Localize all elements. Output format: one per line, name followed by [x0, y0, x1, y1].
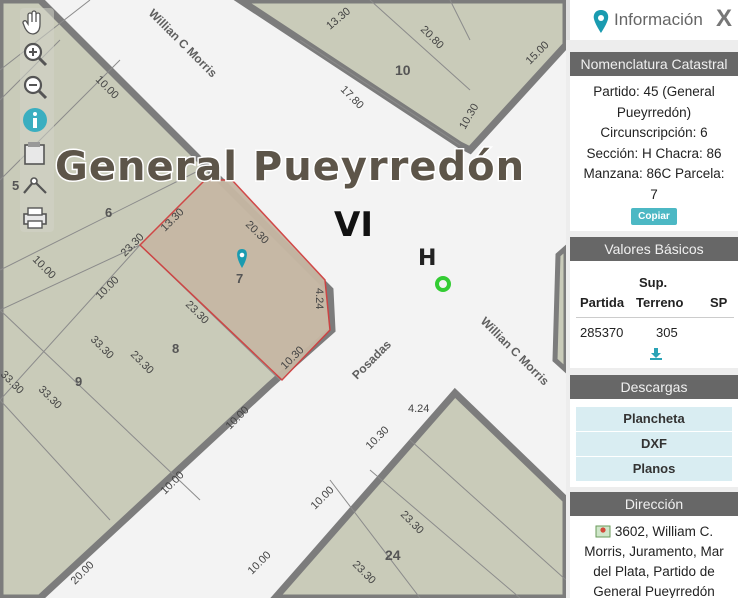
col-sup: Sup. [639, 275, 668, 290]
descargas-body: Plancheta DXF Planos [570, 399, 738, 487]
info-panel: Información X Nomenclatura Catastral Par… [566, 0, 738, 598]
dim-label: 4.24 [408, 403, 429, 415]
terreno-value: 305 [656, 325, 678, 340]
map-toolbar [20, 8, 54, 232]
col-partida: Partida [580, 295, 625, 310]
panel-header: Información X [566, 0, 738, 40]
panel-title: Información [614, 10, 703, 29]
descargas-header: Descargas [570, 375, 738, 399]
copy-button[interactable]: Copiar [631, 208, 677, 225]
parcel-number: 6 [105, 205, 112, 220]
nomenclatura-header: Nomenclatura Catastral [570, 52, 738, 76]
location-pin-icon [593, 10, 609, 33]
info-icon[interactable] [22, 107, 52, 137]
dim-label: 4.24 [313, 288, 325, 309]
map-pin-icon [595, 525, 611, 538]
valores-header: Valores Básicos [570, 237, 738, 261]
close-button[interactable]: X [716, 5, 732, 33]
nomenclatura-line: Pueyrredón) [616, 104, 692, 120]
zoom-in-icon[interactable] [22, 41, 52, 71]
nomenclatura-line: 7 [650, 186, 658, 202]
download-icon[interactable] [649, 347, 663, 361]
zoom-out-icon[interactable] [22, 74, 52, 104]
partida-value: 285370 [580, 325, 624, 340]
city-label: General Pueyrredón [55, 144, 525, 190]
table-divider [576, 317, 734, 318]
direccion-text: 3602, William C. Morris, Juramento, Mar … [578, 522, 730, 598]
block-number: 24 [385, 547, 401, 563]
download-plancheta[interactable]: Plancheta [576, 407, 732, 432]
direccion-header: Dirección [570, 492, 738, 516]
select-icon[interactable] [22, 140, 52, 170]
download-dxf[interactable]: DXF [576, 432, 732, 457]
block-right-edge [552, 244, 566, 374]
col-terreno: Terreno [636, 295, 684, 310]
nomenclatura-body: Partido: 45 (General Pueyrredón) Circuns… [570, 76, 738, 231]
print-icon[interactable] [22, 206, 52, 236]
valores-body: Sup. Partida Terreno SP 285370 305 [570, 261, 738, 368]
circunscripcion-label: VI [334, 205, 373, 245]
col-sp: SP [710, 295, 728, 310]
measure-icon[interactable] [22, 173, 52, 203]
download-planos[interactable]: Planos [576, 457, 732, 482]
pan-hand-icon[interactable] [22, 10, 52, 40]
direccion-body: 3602, William C. Morris, Juramento, Mar … [570, 516, 738, 598]
map-canvas: 13.30 20.80 17.80 10.30 15.00 10.00 13.3… [0, 0, 566, 598]
parcel-number: 9 [75, 374, 82, 389]
parcel-number: 7 [236, 271, 243, 286]
block-number: 10 [395, 62, 411, 78]
nomenclatura-line: Sección: H Chacra: 86 [586, 145, 722, 161]
nomenclatura-line: Manzana: 86C Parcela: [583, 166, 725, 181]
section-label: H [418, 246, 436, 271]
parcel-number: 5 [12, 178, 19, 193]
nomenclatura-line: Partido: 45 (General [593, 84, 715, 99]
parcel-number: 8 [172, 341, 179, 356]
nomenclatura-line: Circunscripción: 6 [600, 125, 708, 140]
